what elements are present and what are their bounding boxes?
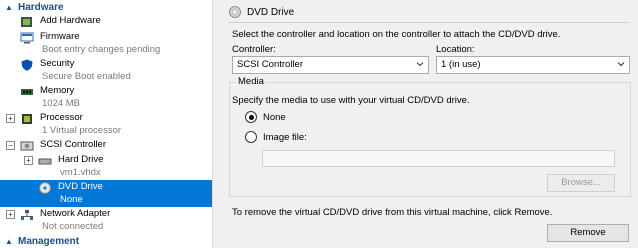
pane-splitter[interactable]	[212, 0, 220, 248]
dvd-disc-icon	[39, 182, 51, 194]
tree-item-processor[interactable]: + Processor 1 Virtual processor	[0, 111, 212, 138]
tree-item-sublabel: Boot entry changes pending	[42, 44, 161, 55]
tree-item-hard-drive[interactable]: + Hard Drive vm1.vhdx	[0, 153, 212, 180]
processor-icon	[22, 114, 32, 124]
tree-item-label: SCSI Controller	[40, 139, 106, 150]
tree-item-firmware[interactable]: Firmware Boot entry changes pending	[0, 30, 212, 57]
network-adapter-icon	[21, 210, 33, 220]
expand-toggle[interactable]: +	[6, 210, 15, 219]
panel-header: DVD Drive	[229, 6, 294, 18]
tree-item-add-hardware[interactable]: Add Hardware	[0, 14, 212, 30]
controller-value: SCSI Controller	[237, 59, 303, 70]
location-label: Location:	[436, 44, 475, 55]
media-group-title: Media	[236, 76, 266, 87]
tree-item-label: DVD Drive	[58, 181, 103, 192]
tree-item-label: Add Hardware	[40, 15, 101, 26]
tree-item-sublabel: 1 Virtual processor	[42, 125, 122, 136]
tree-item-memory[interactable]: Memory 1024 MB	[0, 84, 212, 111]
media-image-file-radio[interactable]	[245, 131, 257, 143]
tree-item-sublabel: None	[60, 194, 83, 205]
tree-item-label: Network Adapter	[40, 208, 111, 219]
media-image-file-label[interactable]: Image file:	[263, 132, 307, 143]
expand-toggle[interactable]: +	[24, 156, 33, 165]
tree-item-label: Security	[40, 58, 75, 69]
media-none-label[interactable]: None	[263, 112, 286, 123]
location-select[interactable]: 1 (in use)	[436, 56, 630, 74]
remove-instruction: To remove the virtual CD/DVD drive from …	[232, 207, 553, 218]
panel-title: DVD Drive	[247, 6, 295, 18]
controller-select[interactable]: SCSI Controller	[232, 56, 429, 74]
hardware-header-label: Hardware	[18, 1, 64, 13]
location-value: 1 (in use)	[441, 59, 481, 70]
tree-item-network-adapter[interactable]: + Network Adapter Not connected	[0, 207, 212, 234]
firmware-icon	[20, 32, 34, 44]
tree-item-label: Processor	[40, 112, 83, 123]
shield-icon	[21, 59, 33, 71]
instruction-text: Select the controller and location on th…	[232, 29, 561, 40]
tree-item-sublabel: 1024 MB	[42, 98, 81, 109]
chevron-down-icon: ▲	[5, 236, 13, 246]
tree-item-security[interactable]: Security Secure Boot enabled	[0, 57, 212, 84]
tree-item-sublabel: Secure Boot enabled	[42, 71, 131, 82]
management-section-header[interactable]: ▲ Management	[0, 235, 212, 247]
dvd-drive-settings-panel: DVD Drive Select the controller and loca…	[220, 0, 638, 248]
tree-item-dvd-drive[interactable]: DVD Drive None	[0, 180, 212, 207]
dvd-disc-icon	[229, 6, 241, 18]
image-file-path-input[interactable]	[262, 150, 615, 167]
tree-item-label: Hard Drive	[58, 154, 104, 165]
scsi-controller-icon	[20, 141, 34, 151]
media-none-radio[interactable]	[245, 111, 257, 123]
controller-label: Controller:	[232, 44, 276, 55]
chevron-down-icon	[416, 62, 424, 67]
expand-toggle[interactable]: +	[6, 114, 15, 123]
add-hardware-icon	[21, 17, 32, 27]
chevron-up-icon: ▲	[5, 2, 13, 12]
tree-item-sublabel: vm1.vhdx	[60, 167, 101, 178]
hard-drive-icon	[38, 158, 52, 165]
divider	[228, 22, 630, 23]
hardware-tree: ▲ Hardware Add Hardware Firmware Boot en…	[0, 0, 212, 248]
media-prompt: Specify the media to use with your virtu…	[232, 95, 470, 106]
chevron-down-icon	[617, 62, 625, 67]
tree-item-scsi-controller[interactable]: − SCSI Controller	[0, 138, 212, 154]
tree-item-sublabel: Not connected	[42, 221, 104, 232]
collapse-toggle[interactable]: −	[6, 141, 15, 150]
tree-item-label: Memory	[40, 85, 75, 96]
management-header-label: Management	[18, 235, 80, 247]
remove-button[interactable]: Remove	[547, 224, 629, 242]
tree-item-label: Firmware	[40, 31, 80, 42]
memory-chip-icon	[21, 89, 33, 95]
hardware-section-header[interactable]: ▲ Hardware	[0, 1, 212, 13]
browse-button[interactable]: Browse...	[547, 174, 615, 192]
